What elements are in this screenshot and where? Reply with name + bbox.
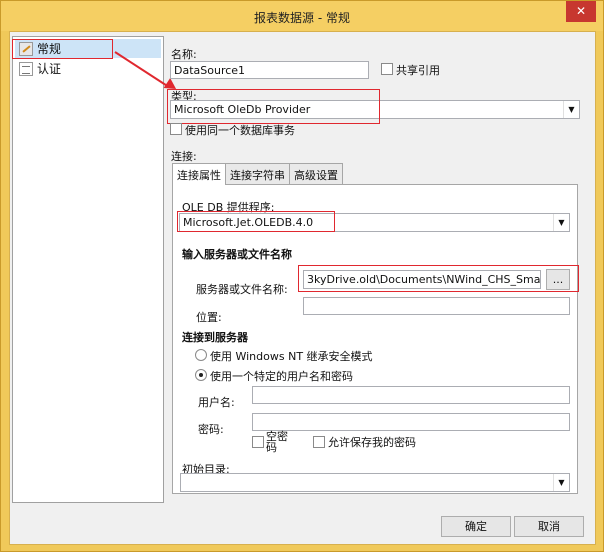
ok-button[interactable]: 确定 [441,516,511,537]
highlight-box-server [298,265,579,292]
chevron-down-icon[interactable]: ▼ [563,101,579,118]
password-input[interactable] [252,413,570,431]
username-label: 用户名: [198,396,235,409]
name-label: 名称: [171,48,197,61]
initial-catalog-dropdown[interactable]: ▼ [180,473,570,492]
title-bar[interactable]: 报表数据源 - 常规 ✕ [1,1,603,31]
connection-tabs: 连接属性 连接字符串 高级设置 [172,163,343,185]
server-section-title: 输入服务器或文件名称 [182,248,292,261]
specific-user-label: 使用一个特定的用户名和密码 [210,370,353,383]
same-transaction-checkbox[interactable] [170,123,182,135]
dialog-window: 报表数据源 - 常规 ✕ 常规 认证 名称: DataSource1 共享引用 … [0,0,604,552]
shared-ref-label: 共享引用 [396,64,440,77]
password-label: 密码: [198,423,224,436]
cancel-button[interactable]: 取消 [514,516,584,537]
windows-auth-label: 使用 Windows NT 继承安全模式 [210,350,373,363]
dialog-client-area: 常规 认证 名称: DataSource1 共享引用 类型: Microsoft… [9,31,596,545]
save-password-label: 允许保存我的密码 [328,436,416,449]
empty-password-checkbox[interactable] [252,436,264,448]
highlight-box-type [167,89,380,124]
name-input[interactable]: DataSource1 [170,61,369,79]
username-input[interactable] [252,386,570,404]
empty-password-label: 空密码 [266,430,288,454]
highlight-box-general [12,39,113,59]
login-section-title: 连接到服务器 [182,331,248,344]
tab-advanced-settings[interactable]: 高级设置 [289,163,343,184]
close-button[interactable]: ✕ [566,1,596,22]
location-input[interactable] [303,297,570,315]
same-transaction-label: 使用同一个数据库事务 [185,124,295,137]
tab-connection-string[interactable]: 连接字符串 [225,163,290,184]
auth-page-icon [19,61,33,76]
save-password-checkbox[interactable] [313,436,325,448]
page-nav-list: 常规 认证 [12,36,164,503]
specific-user-radio[interactable] [195,369,207,381]
server-label: 服务器或文件名称: [196,283,288,296]
highlight-box-provider [177,211,335,232]
window-title: 报表数据源 - 常规 [254,11,350,25]
chevron-down-icon[interactable]: ▼ [553,474,569,491]
tab-connection-properties[interactable]: 连接属性 [172,163,226,185]
windows-auth-radio[interactable] [195,349,207,361]
connection-label: 连接: [171,150,197,163]
nav-item-label: 认证 [37,62,62,76]
chevron-down-icon[interactable]: ▼ [553,214,569,231]
shared-ref-checkbox[interactable] [381,63,393,75]
location-label: 位置: [196,311,222,324]
